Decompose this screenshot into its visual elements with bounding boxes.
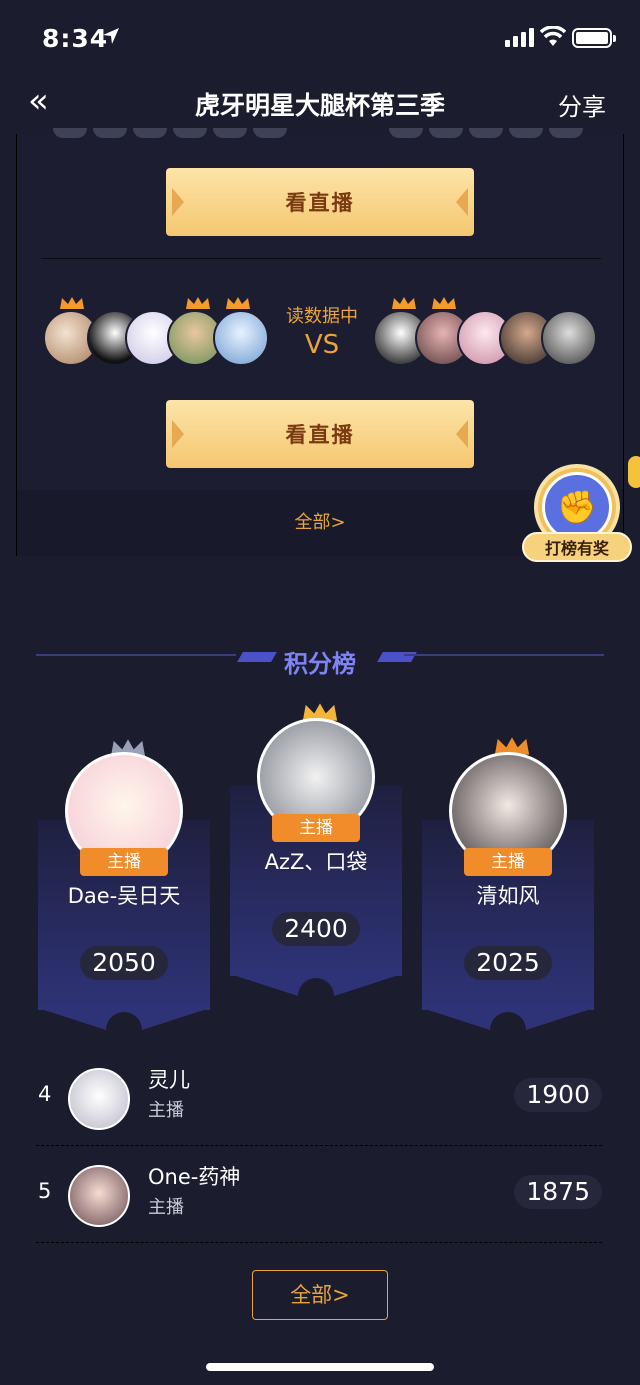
ranking-role: 主播 (148, 1197, 184, 1218)
home-indicator[interactable] (206, 1363, 434, 1371)
podium-third-score: 2025 (464, 946, 552, 980)
team-b-avatar-5[interactable] (541, 310, 597, 366)
ranking-all-button[interactable]: 全部> (252, 1270, 388, 1320)
location-arrow-icon (103, 28, 119, 44)
match-status: 读数据中 VS (277, 302, 367, 360)
team-a-avatar-5[interactable] (213, 310, 269, 366)
watch-live-button[interactable]: 看直播 (166, 400, 474, 468)
cellular-signal-icon (505, 28, 534, 47)
ranking-reward-label: 打榜有奖 (522, 532, 632, 562)
ranking-score: 1875 (514, 1175, 602, 1209)
ranking-name: 灵儿 (148, 1068, 190, 1092)
vs-label: VS (304, 330, 340, 360)
ranking-row[interactable]: 4 灵儿 主播 1900 (36, 1050, 602, 1146)
role-tag: 主播 (272, 814, 360, 842)
ranking-avatar[interactable] (68, 1068, 130, 1130)
ranking-title: 积分榜 (284, 650, 356, 678)
watch-live-label: 看直播 (285, 191, 355, 215)
share-button[interactable]: 分享 (558, 87, 606, 122)
ranking-score: 1900 (514, 1078, 602, 1112)
podium-third-name: 清如风 (476, 884, 540, 908)
ranking-name: One-药神 (148, 1165, 241, 1189)
watch-live-label: 看直播 (285, 423, 355, 447)
crown-icon (60, 297, 84, 309)
ranking-header: 积分榜 (0, 640, 640, 680)
page-title: 虎牙明星大腿杯第三季 (194, 91, 445, 120)
ranking-avatar[interactable] (68, 1165, 130, 1227)
status-bar: 8:34 (0, 0, 640, 78)
ranking-reward-badge[interactable]: ✊ 打榜有奖 (522, 460, 632, 564)
ranking-role: 主播 (148, 1100, 184, 1121)
rank-number: 5 (38, 1179, 52, 1203)
podium-second-score: 2050 (80, 946, 168, 980)
divider (41, 258, 601, 259)
battery-icon (572, 28, 616, 48)
wifi-icon (540, 26, 566, 46)
role-tag: 主播 (80, 848, 168, 876)
match-status-text: 读数据中 (286, 306, 358, 327)
rank-number: 4 (38, 1082, 52, 1106)
status-time: 8:34 (42, 24, 109, 53)
ranking-row[interactable]: 5 One-药神 主播 1875 (36, 1147, 602, 1243)
prev-opponent-avatars (389, 128, 583, 138)
podium-first-name: AzZ、口袋 (264, 850, 368, 874)
crown-icon (186, 297, 210, 309)
podium-first-score: 2400 (272, 912, 360, 946)
crown-icon (432, 297, 456, 309)
prev-team-avatars (53, 128, 287, 138)
crown-icon (392, 297, 416, 309)
crown-icon (226, 297, 250, 309)
role-tag: 主播 (464, 848, 552, 876)
nav-bar: « 虎牙明星大腿杯第三季 分享 (0, 78, 640, 134)
podium-second-name: Dae-吴日天 (67, 884, 181, 908)
watch-live-button[interactable]: 看直播 (166, 168, 474, 236)
